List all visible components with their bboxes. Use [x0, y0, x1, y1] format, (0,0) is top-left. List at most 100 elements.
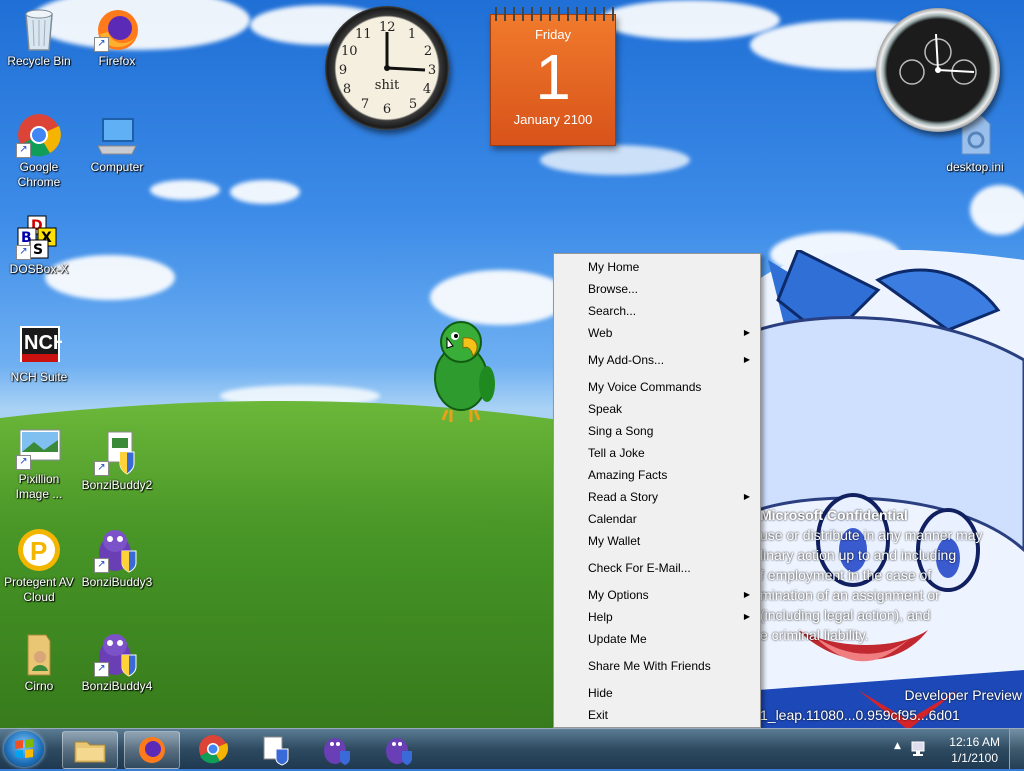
menu-item-web[interactable]: Web ▶: [554, 323, 760, 343]
submenu-arrow-icon: ▶: [743, 590, 750, 599]
calendar-month: January 2100: [513, 112, 593, 127]
desktop-icon-bonzibuddy2[interactable]: ↗ BonziBuddy2: [80, 430, 154, 493]
menu-item-search[interactable]: Search...: [554, 301, 760, 321]
bonzibuddy-icon: ↗: [94, 527, 140, 573]
bonzibuddy-icon: [324, 738, 350, 765]
show-desktop-button[interactable]: [1009, 729, 1024, 769]
clock-hands: [384, 32, 426, 72]
dark-clock-gadget[interactable]: [876, 8, 1000, 132]
file-explorer-icon: [74, 741, 106, 763]
svg-text:P: P: [30, 536, 47, 566]
taskbar-chrome[interactable]: [186, 731, 240, 767]
menu-item-label: Browse...: [588, 282, 639, 296]
shortcut-arrow-icon: ↗: [16, 455, 31, 470]
installer-icon: ↗: [94, 430, 140, 476]
watermark-line: Developer Preview: [904, 687, 1023, 703]
bonzibuddy-parrot[interactable]: [425, 318, 501, 424]
firefox-icon: ↗: [94, 6, 140, 52]
watermark-line: use or distribute in any manner may: [760, 527, 983, 543]
menu-item-hide[interactable]: Hide: [554, 683, 760, 703]
folder-icon: [16, 631, 62, 677]
desktop-icon-bonzibuddy3[interactable]: ↗ BonziBuddy3: [80, 527, 154, 590]
taskbar-firefox[interactable]: [124, 731, 180, 769]
watermark-line: 1_leap.11080...0.959cf95...6d01: [760, 707, 960, 723]
shortcut-arrow-icon: ↗: [94, 662, 109, 677]
menu-item-label: My Options: [588, 588, 649, 602]
menu-item-read-a-story[interactable]: Read a Story ▶: [554, 487, 760, 507]
start-button[interactable]: [4, 731, 44, 767]
calendar-day: Friday: [534, 27, 572, 42]
taskbar-bonzibuddy[interactable]: [310, 731, 364, 767]
wallpaper-watermark: Microsoft Confidential use or distribute…: [760, 505, 1022, 725]
windows-logo-icon: [15, 739, 33, 758]
menu-item-help[interactable]: Help ▶: [554, 607, 760, 627]
menu-item-my-home[interactable]: My Home: [554, 257, 760, 277]
watermark-line: linary action up to and including: [760, 547, 957, 563]
svg-text:S: S: [33, 242, 43, 258]
calendar-gadget[interactable]: Friday 1 January 2100: [490, 7, 616, 146]
shortcut-arrow-icon: ↗: [94, 558, 109, 573]
taskbar-installer[interactable]: [248, 731, 302, 767]
watermark-line: f employment in the case of: [760, 567, 932, 583]
watermark-line: (including legal action), and: [760, 607, 931, 623]
shortcut-arrow-icon: ↗: [94, 461, 109, 476]
submenu-arrow-icon: ▶: [743, 355, 750, 364]
chrome-icon: ↗: [16, 112, 62, 158]
clock-date: 1/1/2100: [951, 751, 998, 765]
menu-item-share-me-with-friends[interactable]: Share Me With Friends: [554, 656, 760, 676]
installer-icon: [263, 736, 289, 766]
menu-item-label: Check For E-Mail...: [588, 561, 691, 575]
desktop-icon-label: Protegent AV Cloud: [4, 575, 74, 604]
desktop-icon-protegent-av[interactable]: P Protegent AV Cloud: [2, 527, 76, 605]
show-hidden-icons-chevron-icon[interactable]: ▲: [894, 741, 901, 751]
desktop-icon-google-chrome[interactable]: ↗ Google Chrome: [2, 112, 76, 190]
menu-item-calendar[interactable]: Calendar: [554, 509, 760, 529]
taskbar-bonzibuddy[interactable]: [372, 731, 426, 767]
menu-item-sing-a-song[interactable]: Sing a Song: [554, 421, 760, 441]
network-icon[interactable]: [910, 740, 928, 758]
menu-item-label: Tell a Joke: [588, 446, 645, 460]
desktop-icon-label: DOSBox-X: [9, 262, 69, 276]
menu-item-my-options[interactable]: My Options ▶: [554, 585, 760, 605]
desktop-icon-computer[interactable]: Computer: [80, 112, 154, 175]
desktop-icon-bonzibuddy4[interactable]: ↗ BonziBuddy4: [80, 631, 154, 694]
desktop-icon-pixillion[interactable]: ↗ Pixillion Image ...: [2, 424, 76, 502]
shortcut-arrow-icon: ↗: [16, 245, 31, 260]
menu-item-my-wallet[interactable]: My Wallet: [554, 531, 760, 551]
submenu-arrow-icon: ▶: [743, 492, 750, 501]
dark-clock-face: [899, 33, 977, 85]
dosbox-icon: DBXS ↗: [16, 214, 62, 260]
menu-item-label: Share Me With Friends: [588, 659, 711, 673]
submenu-arrow-icon: ▶: [743, 328, 750, 337]
bonzibuddy-icon: [386, 738, 412, 765]
taskbar-file-explorer[interactable]: [62, 731, 118, 769]
menu-item-label: Search...: [588, 304, 637, 318]
menu-item-exit[interactable]: Exit: [554, 705, 760, 725]
clock-gadget[interactable]: 12 1 2 3 4 5 6 7 8 9 10 11 shit: [325, 6, 449, 130]
menu-item-my-add-ons[interactable]: My Add-Ons... ▶: [554, 350, 760, 370]
svg-text:NCH: NCH: [24, 332, 62, 354]
desktop-icon-firefox[interactable]: ↗ Firefox: [80, 6, 154, 69]
desktop-icon-cirno[interactable]: Cirno: [2, 631, 76, 694]
desktop-icon-label: BonziBuddy3: [81, 575, 153, 589]
taskbar: ▲ 12:16 AM 1/1/2100: [0, 728, 1024, 769]
menu-item-tell-a-joke[interactable]: Tell a Joke: [554, 443, 760, 463]
menu-item-check-for-email[interactable]: Check For E-Mail...: [554, 558, 760, 578]
menu-item-label: Help: [588, 610, 613, 624]
desktop-icon-nch-suite[interactable]: NCH NCH Suite: [2, 322, 76, 385]
menu-item-speak[interactable]: Speak: [554, 399, 760, 419]
desktop-icon-label: desktop.ini: [946, 160, 1004, 174]
menu-item-amazing-facts[interactable]: Amazing Facts: [554, 465, 760, 485]
desktop-icon-label: Computer: [90, 160, 144, 174]
menu-item-browse[interactable]: Browse...: [554, 279, 760, 299]
taskbar-clock[interactable]: 12:16 AM 1/1/2100: [949, 734, 1000, 766]
desktop-icon-dosbox-x[interactable]: DBXS ↗ DOSBox-X: [2, 214, 76, 277]
clock-time: 12:16 AM: [949, 735, 1000, 749]
watermark-line: mination of an assignment or: [760, 587, 940, 603]
menu-item-my-voice-commands[interactable]: My Voice Commands: [554, 377, 760, 397]
desktop-icon-recycle-bin[interactable]: Recycle Bin: [2, 6, 76, 69]
desktop-icon-label: Firefox: [98, 54, 136, 68]
menu-item-label: Hide: [588, 686, 613, 700]
menu-item-label: Sing a Song: [588, 424, 654, 438]
menu-item-update-me[interactable]: Update Me: [554, 629, 760, 649]
